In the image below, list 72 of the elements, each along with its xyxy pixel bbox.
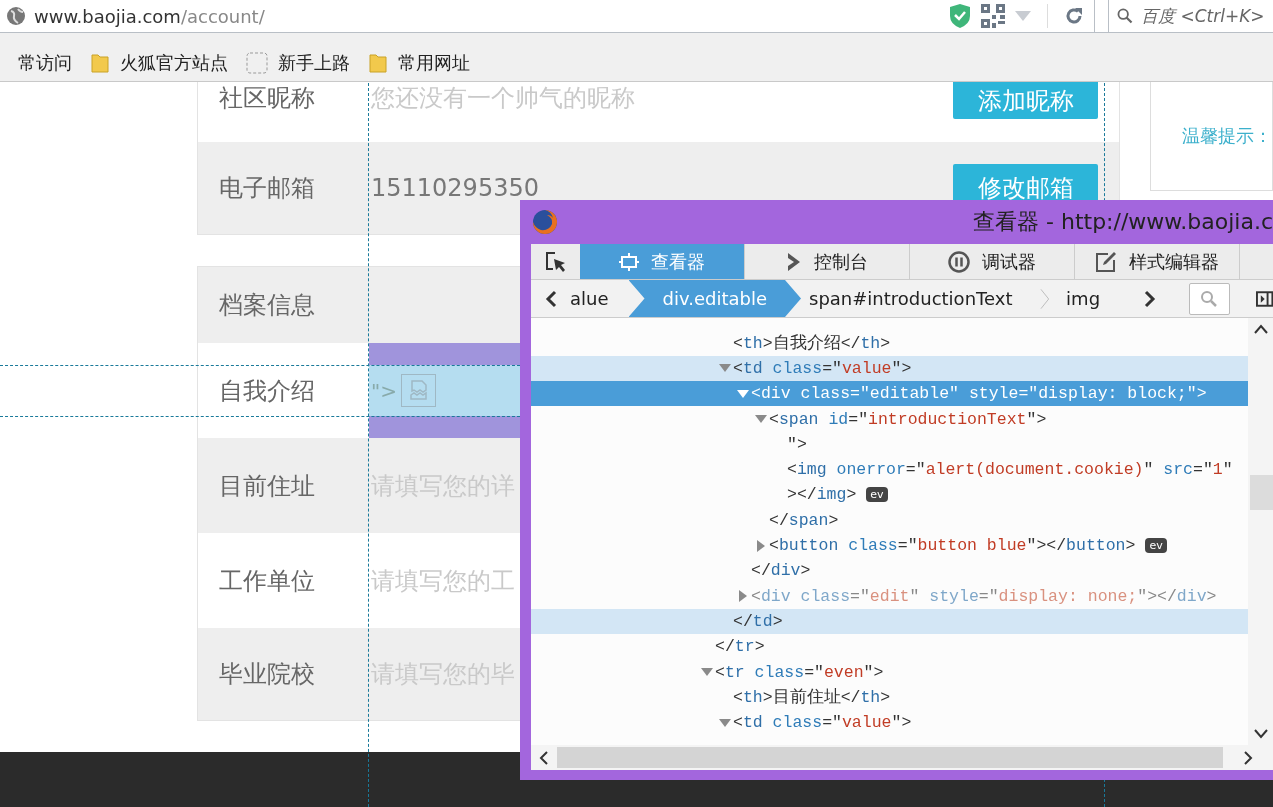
search-icon bbox=[1200, 289, 1219, 308]
row-label: 目前住址 bbox=[219, 470, 315, 502]
code-line[interactable]: </div> bbox=[531, 558, 1248, 584]
folder-icon bbox=[368, 52, 388, 74]
horizontal-scrollbar[interactable] bbox=[531, 745, 1273, 770]
app-logo-icon bbox=[532, 209, 558, 235]
code-line[interactable]: <button class="button blue"></button> ev bbox=[531, 532, 1248, 559]
panel-toggle-icon[interactable] bbox=[1255, 290, 1273, 307]
bookmark-link[interactable]: 常访问 bbox=[18, 51, 72, 75]
chevron-right-icon[interactable] bbox=[1243, 750, 1253, 765]
cursor-icon bbox=[544, 250, 567, 273]
globe-icon bbox=[6, 6, 26, 26]
triangle-icon[interactable] bbox=[756, 539, 766, 552]
row-label: 社区昵称 bbox=[219, 83, 315, 114]
chevron-icon bbox=[786, 251, 802, 272]
chevron-left-icon[interactable] bbox=[539, 750, 549, 765]
code-line[interactable]: </tr> bbox=[531, 634, 1248, 660]
row-label: 毕业院校 bbox=[219, 659, 315, 690]
pause-icon bbox=[948, 250, 970, 273]
devtools-tab[interactable]: 样式编辑器 bbox=[1075, 244, 1240, 279]
event-badge[interactable]: ev bbox=[866, 487, 888, 503]
triangle-icon[interactable] bbox=[738, 590, 748, 603]
qr-code-icon[interactable] bbox=[981, 4, 1005, 28]
code-line[interactable]: </span> bbox=[531, 507, 1248, 533]
frame-icon bbox=[619, 252, 639, 271]
code-line[interactable]: "> bbox=[531, 431, 1248, 457]
triangle-icon[interactable] bbox=[719, 363, 731, 374]
triangle-icon[interactable] bbox=[755, 414, 767, 425]
pencil-icon bbox=[1095, 250, 1117, 273]
bookmark-link[interactable]: 新手上路 bbox=[278, 51, 350, 75]
code-line[interactable]: <tr class="even"> bbox=[531, 659, 1248, 685]
window-title: 查看器 - http://www.baojia.c bbox=[973, 208, 1273, 236]
code-line[interactable]: <td class="value"> bbox=[531, 709, 1248, 736]
code-line[interactable]: <th>目前住址</th> bbox=[531, 684, 1248, 710]
shield-check-icon[interactable] bbox=[949, 3, 971, 29]
bookmark-link[interactable]: 火狐官方站点 bbox=[120, 51, 228, 75]
code-line[interactable]: <div class="edit" style="display: none;"></div> bbox=[531, 583, 1248, 609]
tip-title: 温馨提示： bbox=[1182, 124, 1272, 148]
vertical-scrollbar[interactable] bbox=[1248, 318, 1273, 745]
row-label: 档案信息 bbox=[219, 290, 315, 321]
triangle-icon[interactable] bbox=[701, 667, 713, 677]
field-value: 15110295350 bbox=[371, 174, 539, 202]
url-text[interactable]: www.baojia.com/account/ bbox=[34, 5, 265, 27]
chevron-up-icon[interactable] bbox=[1254, 324, 1268, 334]
bookmark-link[interactable]: 常用网址 bbox=[398, 51, 470, 75]
code-line[interactable]: <img onerror="alert(document.cookie)" src="1" bbox=[531, 457, 1248, 483]
field-value: "> bbox=[371, 378, 397, 403]
breadcrumb[interactable]: span#introductionText bbox=[809, 280, 1027, 317]
triangle-icon[interactable] bbox=[719, 717, 731, 728]
scroll-thumb[interactable] bbox=[1250, 475, 1273, 510]
event-badge[interactable]: ev bbox=[1145, 538, 1167, 553]
broken-image-icon bbox=[400, 374, 436, 407]
code-line[interactable]: <span id="introductionText"> bbox=[531, 406, 1248, 432]
separator-icon bbox=[1040, 287, 1051, 310]
devtools-tab[interactable]: 调试器 bbox=[910, 244, 1075, 279]
row-label: 工作单位 bbox=[219, 565, 315, 597]
search-button[interactable] bbox=[1189, 282, 1230, 315]
code-line[interactable]: <th>自我介绍</th> bbox=[531, 330, 1248, 356]
breadcrumb[interactable]: img bbox=[1066, 280, 1115, 317]
code-line[interactable]: ></img> ev bbox=[531, 482, 1248, 508]
chevron-right-icon bbox=[1143, 289, 1156, 308]
breadcrumb[interactable]: alue bbox=[570, 280, 623, 317]
chevron-left-icon bbox=[544, 289, 557, 308]
row-label: 自我介绍 bbox=[219, 375, 315, 407]
triangle-icon[interactable] bbox=[737, 388, 749, 399]
page-icon bbox=[246, 52, 268, 74]
reload-icon[interactable] bbox=[1064, 6, 1084, 26]
folder-icon bbox=[90, 52, 110, 74]
row-label: 电子邮箱 bbox=[219, 173, 315, 204]
chevron-down-icon[interactable] bbox=[1254, 729, 1268, 739]
search-field[interactable]: 百度 <Ctrl+K> bbox=[1108, 0, 1273, 32]
devtools-tab[interactable]: 控制台 bbox=[745, 244, 910, 279]
